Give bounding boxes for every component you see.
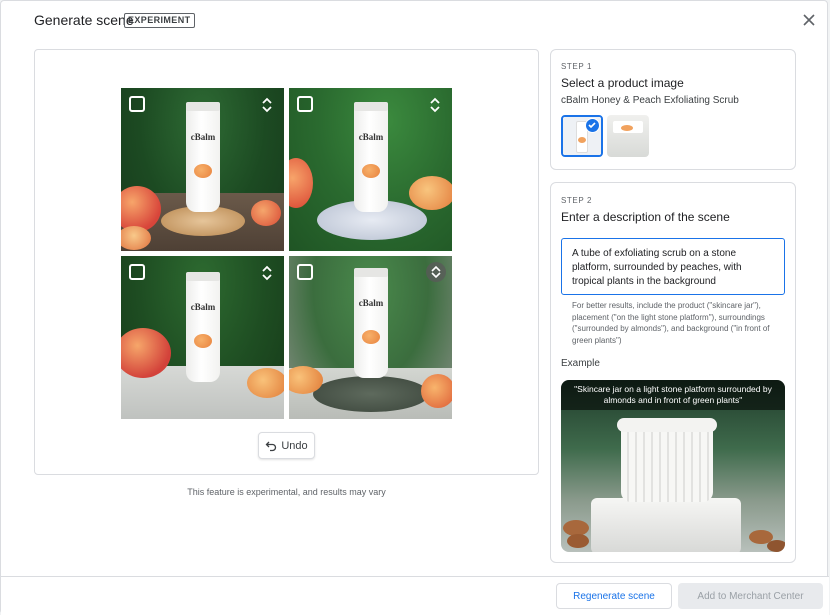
unfold-icon[interactable] xyxy=(260,264,274,282)
generated-image-3[interactable]: cBalm xyxy=(121,256,284,419)
product-tube: cBalm xyxy=(186,102,220,212)
generate-scene-dialog: Generate scene EXPERIMENT cBalm cBalm cB… xyxy=(0,0,829,615)
undo-icon xyxy=(265,441,277,451)
generated-image-2[interactable]: cBalm xyxy=(289,88,452,251)
undo-button[interactable]: Undo xyxy=(258,432,315,459)
dialog-title: Generate scene xyxy=(34,12,134,28)
close-icon[interactable] xyxy=(801,12,817,28)
step2-label: STEP 2 xyxy=(561,196,593,205)
brand-label: cBalm xyxy=(190,132,216,142)
experimental-note: This feature is experimental, and result… xyxy=(187,487,386,497)
step2-card: STEP 2 Enter a description of the scene … xyxy=(550,182,796,563)
description-hint: For better results, include the product … xyxy=(572,301,770,345)
selected-check-icon xyxy=(585,118,600,133)
example-image: "Skincare jar on a light stone platform … xyxy=(561,380,785,552)
product-tube: cBalm xyxy=(354,102,388,212)
brand-label: cBalm xyxy=(190,302,216,312)
product-tube: cBalm xyxy=(354,268,388,378)
step1-card: STEP 1 Select a product image cBalm Hone… xyxy=(550,49,796,170)
select-checkbox[interactable] xyxy=(297,96,313,112)
step2-title: Enter a description of the scene xyxy=(561,210,730,224)
unfold-circle-icon[interactable] xyxy=(426,262,446,282)
unfold-icon[interactable] xyxy=(260,96,274,114)
scene-description-input[interactable]: A tube of exfoliating scrub on a stone p… xyxy=(561,238,785,295)
product-thumbnail-2[interactable] xyxy=(607,115,649,157)
dialog-header: Generate scene EXPERIMENT xyxy=(1,1,827,39)
add-to-merchant-center-button[interactable]: Add to Merchant Center xyxy=(678,583,823,609)
experiment-badge: EXPERIMENT xyxy=(124,13,195,28)
generated-image-4[interactable]: cBalm xyxy=(289,256,452,419)
brand-label: cBalm xyxy=(358,298,384,308)
example-caption: "Skincare jar on a light stone platform … xyxy=(561,380,785,410)
select-checkbox[interactable] xyxy=(297,264,313,280)
select-checkbox[interactable] xyxy=(129,96,145,112)
regenerate-scene-button[interactable]: Regenerate scene xyxy=(556,583,672,609)
product-tube: cBalm xyxy=(186,272,220,382)
step1-label: STEP 1 xyxy=(561,62,593,71)
preview-panel: cBalm cBalm cBalm cBalm xyxy=(34,49,539,475)
example-label: Example xyxy=(561,358,600,369)
undo-label: Undo xyxy=(281,439,308,452)
product-name: cBalm Honey & Peach Exfoliating Scrub xyxy=(561,95,739,106)
brand-label: cBalm xyxy=(358,132,384,142)
step1-title: Select a product image xyxy=(561,76,684,90)
unfold-icon[interactable] xyxy=(428,96,442,114)
generated-image-1[interactable]: cBalm xyxy=(121,88,284,251)
select-checkbox[interactable] xyxy=(129,264,145,280)
